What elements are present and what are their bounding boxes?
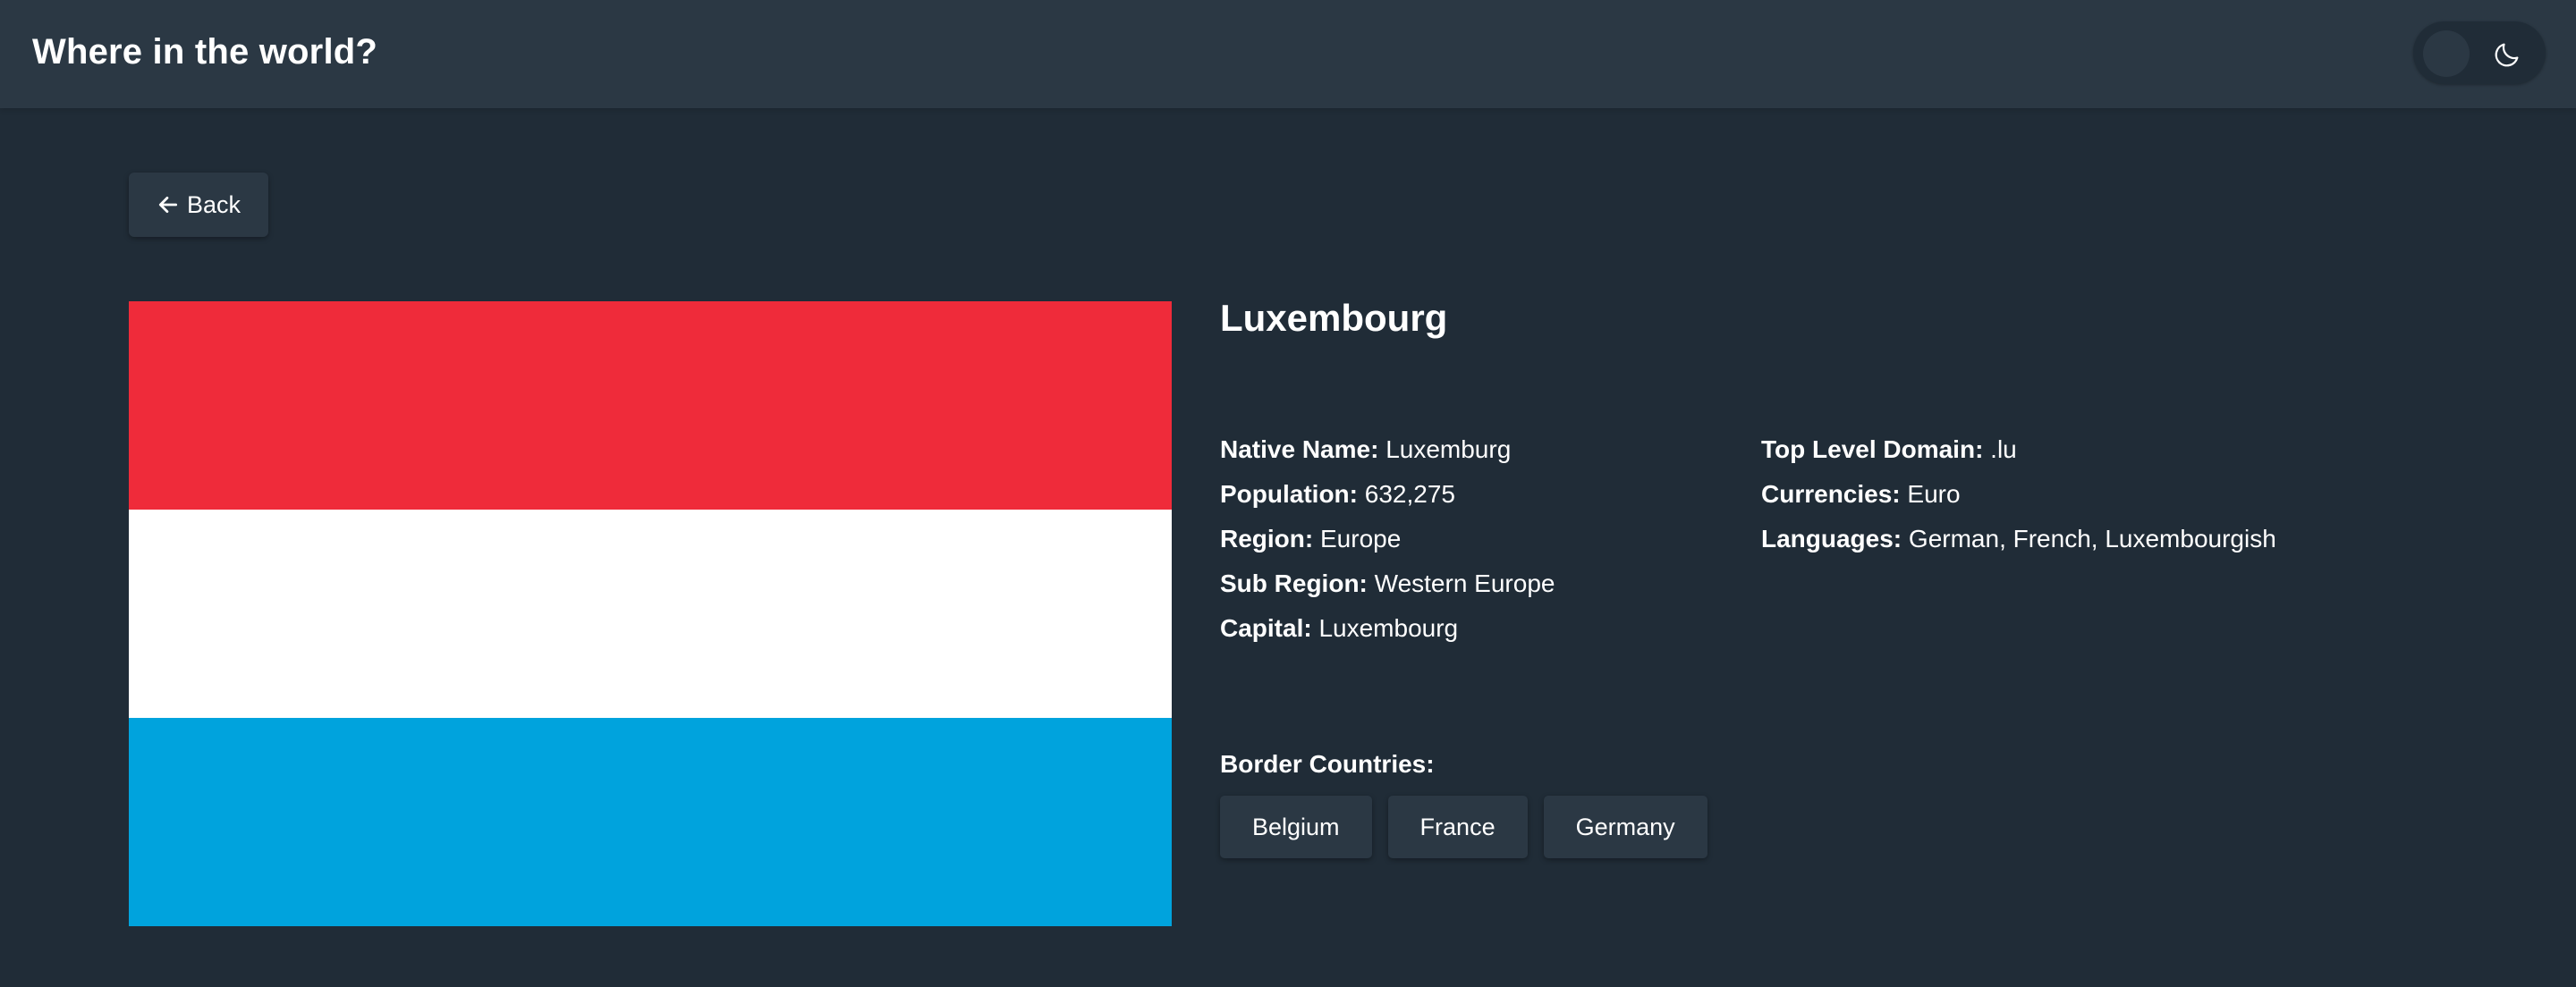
moon-icon[interactable]	[2492, 39, 2522, 70]
flag-stripe-red	[129, 301, 1172, 510]
theme-toggle[interactable]	[2413, 21, 2546, 84]
detail-label: Native Name:	[1220, 435, 1379, 463]
border-country-button[interactable]: Belgium	[1220, 796, 1372, 858]
toggle-knob[interactable]	[2423, 30, 2470, 77]
detail-label: Currencies:	[1761, 480, 1901, 508]
details-left: Native Name: Luxemburg Population: 632,2…	[1220, 427, 1555, 651]
flag-stripe-blue	[129, 718, 1172, 926]
border-countries-list: Belgium France Germany	[1220, 796, 1707, 858]
detail-label: Languages:	[1761, 525, 1902, 553]
border-country-button[interactable]: France	[1387, 796, 1528, 858]
app-title: Where in the world?	[32, 32, 378, 72]
detail-value: Europe	[1320, 525, 1402, 553]
country-name: Luxembourg	[1220, 297, 1448, 339]
back-button[interactable]: Back	[129, 173, 268, 237]
arrow-left-icon	[158, 197, 178, 213]
detail-population: Population: 632,275	[1220, 472, 1555, 517]
detail-value: German, French, Luxembourgish	[1908, 525, 2276, 553]
border-countries-title: Border Countries:	[1220, 750, 1435, 778]
detail-value: 632,275	[1364, 480, 1455, 508]
detail-top-level-domain: Top Level Domain: .lu	[1761, 427, 2276, 472]
border-country-button[interactable]: Germany	[1543, 796, 1707, 858]
detail-value: .lu	[1990, 435, 2017, 463]
app-header: Where in the world?	[0, 0, 2576, 108]
detail-capital: Capital: Luxembourg	[1220, 606, 1555, 651]
detail-languages: Languages: German, French, Luxembourgish	[1761, 517, 2276, 561]
detail-label: Population:	[1220, 480, 1358, 508]
detail-label: Region:	[1220, 525, 1314, 553]
detail-label: Top Level Domain:	[1761, 435, 1984, 463]
detail-value: Western Europe	[1374, 569, 1555, 597]
detail-label: Sub Region:	[1220, 569, 1368, 597]
detail-currencies: Currencies: Euro	[1761, 472, 2276, 517]
detail-value: Euro	[1907, 480, 1961, 508]
detail-value: Luxemburg	[1385, 435, 1512, 463]
detail-sub-region: Sub Region: Western Europe	[1220, 561, 1555, 606]
detail-label: Capital:	[1220, 614, 1312, 642]
detail-native-name: Native Name: Luxemburg	[1220, 427, 1555, 472]
detail-value: Luxembourg	[1318, 614, 1459, 642]
country-flag	[129, 301, 1172, 926]
back-button-label: Back	[186, 190, 242, 218]
flag-stripe-white	[129, 510, 1172, 718]
details-right: Top Level Domain: .lu Currencies: Euro L…	[1761, 427, 2276, 561]
detail-region: Region: Europe	[1220, 517, 1555, 561]
